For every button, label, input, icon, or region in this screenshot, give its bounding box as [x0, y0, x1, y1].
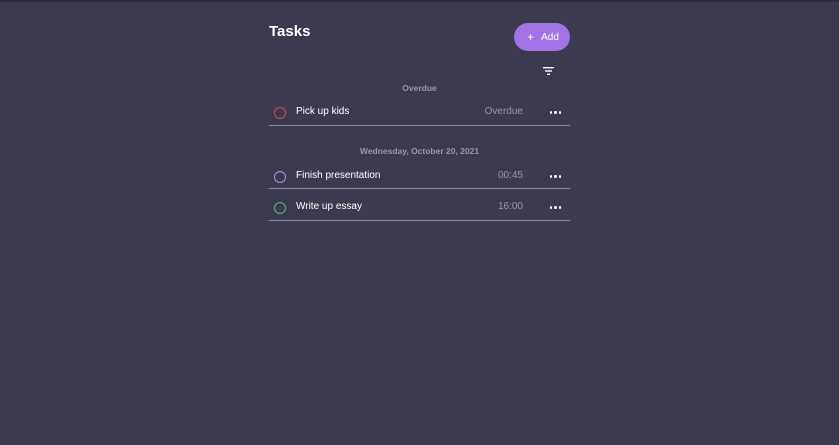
more-horizontal-icon[interactable] [550, 206, 561, 209]
task-time: 16:00 [497, 201, 523, 212]
group-label-date: Wednesday, October 20, 2021 [359, 146, 480, 156]
task-name: Pick up kids [296, 106, 350, 117]
page-title: Tasks [269, 23, 311, 40]
task-row[interactable]: Pick up kids Overdue [269, 99, 570, 126]
task-row[interactable]: Write up essay 16:00 [269, 194, 570, 221]
plus-icon: + [527, 30, 535, 44]
task-row[interactable]: Finish presentation 00:45 [269, 163, 570, 189]
task-time: Overdue [484, 106, 523, 117]
task-name: Finish presentation [296, 170, 381, 181]
more-horizontal-icon[interactable] [550, 111, 561, 114]
task-complete-toggle[interactable] [274, 202, 286, 214]
filter-icon[interactable] [543, 67, 554, 75]
task-complete-toggle[interactable] [274, 107, 286, 119]
add-task-button[interactable]: + Add [514, 23, 570, 51]
top-bar [0, 0, 839, 2]
task-time: 00:45 [497, 170, 523, 181]
group-label-overdue: Overdue [402, 83, 437, 93]
more-horizontal-icon[interactable] [550, 175, 561, 178]
task-complete-toggle[interactable] [274, 171, 286, 183]
add-button-label: Add [541, 31, 559, 43]
task-name: Write up essay [296, 201, 362, 212]
